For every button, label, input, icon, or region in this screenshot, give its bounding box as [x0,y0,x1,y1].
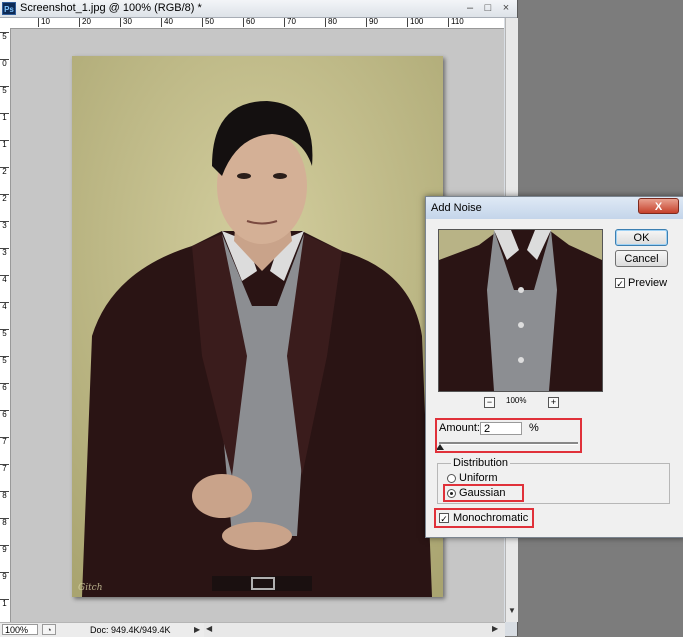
ruler-tick: 5 [0,86,9,95]
ruler-tick: 2 [0,167,9,176]
ruler-tick: 8 [0,518,9,527]
ruler-tick: 60 [243,18,255,27]
ruler-tick: 9 [0,545,9,554]
ruler-tick: 1 [0,140,9,149]
ruler-tick: 5 [0,329,9,338]
horizontal-scrollbar[interactable]: ◀ ▶ [204,622,505,637]
ruler-tick: 5 [0,32,9,41]
document-image: Gitch [72,56,443,597]
ruler-tick: 30 [120,18,132,27]
horizontal-ruler[interactable]: 10 20 30 40 50 60 70 80 90 100 110 [10,18,504,29]
ruler-tick: 7 [0,464,9,473]
dialog-title: Add Noise [431,202,482,214]
uniform-radio[interactable] [447,474,456,483]
ruler-tick: 100 [407,18,423,27]
monochromatic-label: Monochromatic [453,512,529,524]
gaussian-label: Gaussian [459,487,506,499]
preview-zoom-level: 100% [506,396,527,405]
ruler-tick: 3 [0,248,9,257]
ruler-tick: 7 [0,437,9,446]
ruler-tick: 80 [325,18,337,27]
status-menu-icon[interactable]: ◔ [42,624,56,635]
amount-unit: % [529,422,539,434]
scroll-left-icon[interactable]: ◀ [206,624,212,633]
filter-preview[interactable] [438,229,603,392]
ruler-tick: 50 [202,18,214,27]
uniform-label: Uniform [459,472,498,484]
ruler-tick: 8 [0,491,9,500]
ruler-tick: 40 [161,18,173,27]
amount-label: Amount: [439,422,480,434]
ruler-tick: 4 [0,275,9,284]
photo-signature: Gitch [78,583,103,593]
document-titlebar[interactable]: Ps Screenshot_1.jpg @ 100% (RGB/8) * – □… [0,0,517,18]
gaussian-radio[interactable] [447,489,456,498]
ok-button[interactable]: OK [615,229,668,246]
scroll-right-icon[interactable]: ▶ [492,624,498,633]
distribution-label: Distribution [451,457,511,469]
ruler-tick: 90 [366,18,378,27]
dialog-titlebar[interactable]: Add Noise X [426,197,683,219]
close-icon[interactable]: × [499,2,513,14]
ruler-tick: 6 [0,410,9,419]
add-noise-dialog: Add Noise X − 100% + OK Cancel ✓ Preview… [425,196,683,538]
photoshop-icon: Ps [2,2,16,15]
ruler-tick: 6 [0,383,9,392]
document-title: Screenshot_1.jpg @ 100% (RGB/8) * [20,2,202,14]
ruler-tick: 0 [0,59,9,68]
ruler-tick: 1 [0,599,9,608]
ruler-tick: 110 [448,18,464,27]
status-bar: 100% ◔ Doc: 949.4K/949.4K ▶ [0,622,204,637]
minimize-icon[interactable]: – [463,2,477,14]
zoom-in-button[interactable]: + [548,397,559,408]
preview-label: Preview [628,277,668,289]
scroll-down-icon[interactable]: ▼ [508,606,516,615]
ruler-tick: 70 [284,18,296,27]
maximize-icon[interactable]: □ [481,2,495,14]
zoom-field[interactable]: 100% [2,624,38,635]
zoom-out-button[interactable]: − [484,397,495,408]
vertical-ruler[interactable]: 5 0 5 1 1 2 2 3 3 4 4 5 5 6 6 7 7 8 8 9 9 1 [0,28,11,622]
cancel-button[interactable]: Cancel [615,250,668,267]
ruler-tick: 20 [79,18,91,27]
status-arrow-icon[interactable]: ▶ [194,625,200,634]
dialog-close-button[interactable]: X [638,198,679,214]
amount-slider-thumb[interactable] [436,444,444,450]
ruler-tick: 10 [38,18,50,27]
radio-selected-dot [450,492,453,495]
monochromatic-checkbox[interactable]: ✓ [439,513,449,524]
ruler-tick: 4 [0,302,9,311]
ruler-tick: 1 [0,113,9,122]
ruler-tick: 5 [0,356,9,365]
ruler-tick: 9 [0,572,9,581]
amount-slider[interactable] [439,442,578,445]
ruler-tick: 3 [0,221,9,230]
preview-checkbox[interactable]: ✓ [615,278,625,289]
ruler-tick: 2 [0,194,9,203]
amount-input[interactable]: 2 [480,422,522,435]
document-size-info: Doc: 949.4K/949.4K [90,625,171,635]
